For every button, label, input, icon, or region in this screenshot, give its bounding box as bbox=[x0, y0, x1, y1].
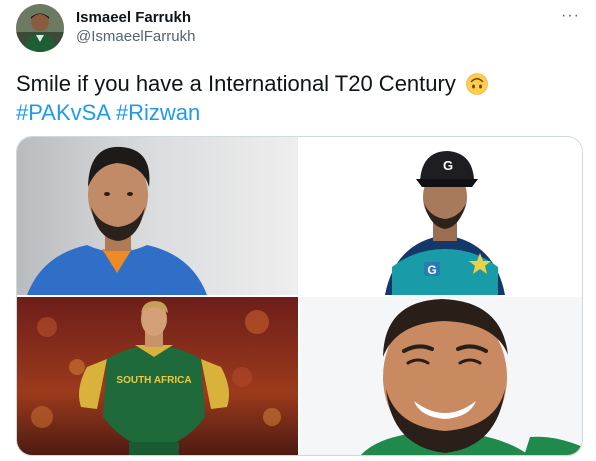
hashtag-pakvsa[interactable]: #PAKvSA bbox=[16, 100, 110, 125]
photo-player-india[interactable] bbox=[17, 137, 298, 295]
photo-player-smiling[interactable] bbox=[300, 297, 582, 455]
hashtag-rizwan[interactable]: #Rizwan bbox=[116, 100, 200, 125]
more-horizontal-icon[interactable]: ··· bbox=[561, 7, 580, 25]
author-name[interactable]: Ismaeel Farrukh bbox=[76, 9, 191, 26]
tweet-main-text: Smile if you have a International T20 Ce… bbox=[16, 71, 456, 96]
jersey-text: SOUTH AFRICA bbox=[116, 375, 191, 386]
svg-text:G: G bbox=[427, 263, 436, 277]
author-handle[interactable]: @IsmaeelFarrukh bbox=[76, 28, 195, 45]
author-avatar[interactable] bbox=[16, 4, 64, 52]
photo-player-pakistan-cap[interactable]: G G bbox=[300, 137, 582, 295]
cap-logo: G bbox=[443, 158, 453, 173]
tweet-media-grid: G G SOUTH AFRICA bbox=[16, 136, 583, 456]
tweet-text: Smile if you have a International T20 Ce… bbox=[16, 69, 576, 127]
upside-down-face-emoji bbox=[466, 73, 488, 95]
photo-player-south-africa[interactable]: SOUTH AFRICA bbox=[17, 297, 298, 455]
